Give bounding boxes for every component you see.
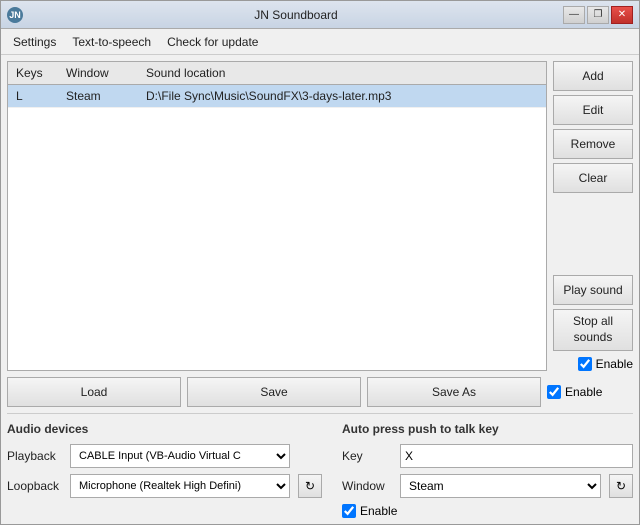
add-button[interactable]: Add	[553, 61, 633, 91]
load-button[interactable]: Load	[7, 377, 181, 407]
playback-label: Playback	[7, 449, 62, 463]
auto-press-enable-label: Enable	[360, 504, 397, 518]
audio-devices-panel: Audio devices Playback CABLE Input (VB-A…	[7, 422, 322, 518]
save-as-button[interactable]: Save As	[367, 377, 541, 407]
sound-table: Keys Window Sound location L Steam D:\Fi…	[7, 61, 547, 371]
table-header: Keys Window Sound location	[8, 62, 546, 85]
content-area: Keys Window Sound location L Steam D:\Fi…	[1, 55, 639, 524]
title-bar: JN JN Soundboard — ❐ ✕	[1, 1, 639, 29]
enable-row-side: Enable	[553, 357, 633, 371]
menu-item-tts[interactable]: Text-to-speech	[64, 32, 159, 52]
window-controls: — ❐ ✕	[563, 6, 633, 24]
key-row: Key	[342, 444, 633, 468]
loopback-label: Loopback	[7, 479, 62, 493]
playback-row: Playback CABLE Input (VB-Audio Virtual C…	[7, 444, 322, 468]
header-window: Window	[62, 64, 142, 82]
clear-button[interactable]: Clear	[553, 163, 633, 193]
main-window: JN JN Soundboard — ❐ ✕ Settings Text-to-…	[0, 0, 640, 525]
window-row: Window Steam ↻	[342, 474, 633, 498]
bottom-buttons-row: Load Save Save As Enable	[7, 377, 633, 407]
play-sound-button[interactable]: Play sound	[553, 275, 633, 305]
close-button[interactable]: ✕	[611, 6, 633, 24]
window-select[interactable]: Steam	[400, 474, 601, 498]
edit-button[interactable]: Edit	[553, 95, 633, 125]
auto-press-enable-checkbox[interactable]	[342, 504, 356, 518]
remove-button[interactable]: Remove	[553, 129, 633, 159]
side-buttons: Add Edit Remove Clear Play sound Stop al…	[553, 61, 633, 371]
audio-devices-label: Audio devices	[7, 422, 322, 436]
auto-press-enable-row: Enable	[342, 504, 633, 518]
spacer	[553, 197, 633, 271]
cell-sound-location: D:\File Sync\Music\SoundFX\3-days-later.…	[142, 87, 542, 105]
loopback-select[interactable]: Microphone (Realtek High Defini)Default	[70, 474, 290, 498]
enable-label-side: Enable	[596, 357, 633, 371]
loopback-row: Loopback Microphone (Realtek High Defini…	[7, 474, 322, 498]
playback-select[interactable]: CABLE Input (VB-Audio Virtual CDefault	[70, 444, 290, 468]
key-input[interactable]	[400, 444, 633, 468]
minimize-button[interactable]: —	[563, 6, 585, 24]
bottom-right: Enable	[547, 385, 633, 399]
cell-window: Steam	[62, 87, 142, 105]
auto-press-title: Auto press push to talk key	[342, 422, 633, 436]
window-title: JN Soundboard	[29, 8, 563, 22]
app-icon: JN	[7, 7, 23, 23]
enable-label-bottom: Enable	[565, 385, 602, 399]
main-section: Keys Window Sound location L Steam D:\Fi…	[7, 61, 633, 371]
menu-item-settings[interactable]: Settings	[5, 32, 64, 52]
header-sound-location: Sound location	[142, 64, 542, 82]
menu-item-check-update[interactable]: Check for update	[159, 32, 266, 52]
save-button[interactable]: Save	[187, 377, 361, 407]
restore-button[interactable]: ❐	[587, 6, 609, 24]
table-body[interactable]: L Steam D:\File Sync\Music\SoundFX\3-day…	[8, 85, 546, 370]
window-key-label: Window	[342, 479, 392, 493]
audio-section: Audio devices Playback CABLE Input (VB-A…	[7, 413, 633, 518]
key-label: Key	[342, 449, 392, 463]
enable-checkbox-bottom[interactable]	[547, 385, 561, 399]
menu-bar: Settings Text-to-speech Check for update	[1, 29, 639, 55]
header-keys: Keys	[12, 64, 62, 82]
loopback-refresh-button[interactable]: ↻	[298, 474, 322, 498]
window-refresh-button[interactable]: ↻	[609, 474, 633, 498]
cell-key: L	[12, 87, 62, 105]
enable-checkbox-side[interactable]	[578, 357, 592, 371]
table-row[interactable]: L Steam D:\File Sync\Music\SoundFX\3-day…	[8, 85, 546, 108]
auto-press-panel: Auto press push to talk key Key Window S…	[342, 422, 633, 518]
stop-all-button[interactable]: Stop all sounds	[553, 309, 633, 351]
